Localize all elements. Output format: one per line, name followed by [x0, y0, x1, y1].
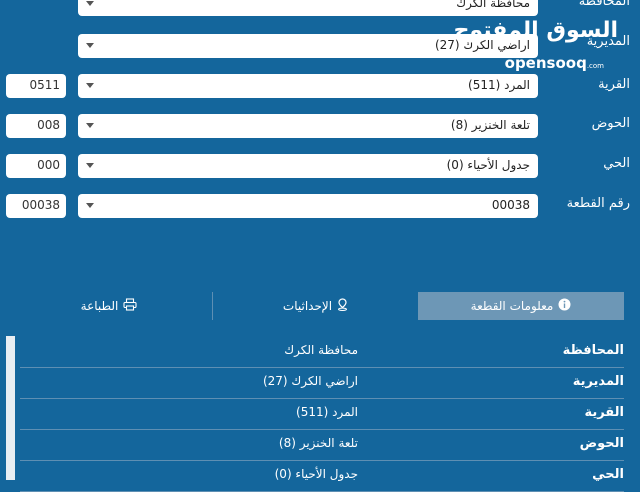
- field-label-parcel-number: رقم القطعة: [566, 196, 630, 211]
- table-row: القرية المرد (511): [20, 398, 624, 430]
- table-row: الحي جدول الأحياء (0): [20, 460, 624, 492]
- row-value: محافظة الكرك: [284, 343, 358, 357]
- tab-coordinates-label: الإحداثيات: [282, 299, 333, 313]
- opensooq-logo: السوق المفتوح opensooq.com: [454, 18, 618, 76]
- parcel-details-table: المحافظة محافظة الكرك المديرية اراضي الك…: [6, 336, 624, 492]
- row-key: المديرية: [572, 374, 624, 389]
- neighborhood-select[interactable]: جدول الأحياء (0): [78, 154, 538, 178]
- app-screen: { "logo": { "arabic": "السوق المفتوح", "…: [0, 0, 640, 492]
- info-icon: [558, 293, 571, 321]
- chevron-down-icon: [86, 43, 94, 48]
- logo-wordmark: opensooq: [504, 54, 587, 72]
- field-label-neighborhood: الحي: [603, 156, 630, 171]
- parcel-number-select[interactable]: 00038: [78, 194, 538, 218]
- chevron-down-icon: [86, 123, 94, 128]
- chevron-down-icon: [86, 1, 94, 6]
- village-select-value: المرد (511): [468, 78, 530, 92]
- tab-parcel-info[interactable]: معلومات القطعة: [418, 292, 624, 320]
- location-pin-icon: [337, 293, 348, 321]
- neighborhood-code-input[interactable]: 000: [6, 154, 66, 178]
- row-key: القرية: [584, 405, 624, 420]
- governorate-select-value: محافظة الكرك: [456, 0, 530, 10]
- row-value: تلعة الخنزير (8): [278, 436, 358, 450]
- field-label-basin: الحوض: [591, 116, 630, 131]
- basin-select-value: تلعة الخنزير (8): [450, 118, 530, 132]
- basin-select[interactable]: تلعة الخنزير (8): [78, 114, 538, 138]
- logo-english-text: opensooq.com: [505, 54, 604, 72]
- parcel-number-select-value: 00038: [491, 198, 530, 212]
- tab-coordinates[interactable]: الإحداثيات: [212, 292, 418, 320]
- table-row: الحوض تلعة الخنزير (8): [20, 429, 624, 461]
- chevron-down-icon: [86, 163, 94, 168]
- table-row: المحافظة محافظة الكرك: [20, 336, 624, 368]
- neighborhood-select-value: جدول الأحياء (0): [446, 158, 530, 172]
- chevron-down-icon: [86, 83, 94, 88]
- row-value: المرد (511): [296, 405, 358, 419]
- tab-print[interactable]: الطباعة: [6, 292, 212, 320]
- logo-suffix: .com: [586, 62, 604, 70]
- field-label-governorate: المحافظة: [578, 0, 630, 9]
- field-label-village: القرية: [598, 77, 630, 92]
- tab-print-label: الطباعة: [80, 299, 119, 313]
- village-code-input[interactable]: 0511: [6, 74, 66, 98]
- parcel-code-input[interactable]: 00038: [6, 194, 66, 218]
- village-select[interactable]: المرد (511): [78, 74, 538, 98]
- table-scrollbar[interactable]: [6, 336, 15, 480]
- row-value: اراضي الكرك (27): [262, 374, 358, 388]
- chevron-down-icon: [86, 203, 94, 208]
- printer-icon: [123, 293, 137, 321]
- tab-bar: معلومات القطعة الإحداثيات الطباعة: [6, 292, 624, 320]
- logo-arabic-text: السوق المفتوح: [453, 18, 618, 43]
- basin-code-input[interactable]: 008: [6, 114, 66, 138]
- tab-parcel-info-label: معلومات القطعة: [470, 299, 554, 313]
- row-value: جدول الأحياء (0): [274, 467, 358, 481]
- table-row: المديرية اراضي الكرك (27): [20, 367, 624, 399]
- row-key: الحوض: [579, 436, 624, 451]
- governorate-select[interactable]: محافظة الكرك: [78, 0, 538, 16]
- row-key: المحافظة: [562, 343, 624, 358]
